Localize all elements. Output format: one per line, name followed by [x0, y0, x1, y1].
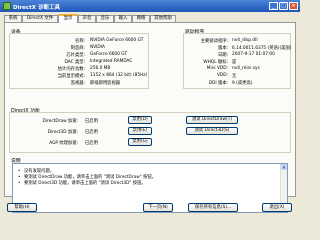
tab-sound[interactable]: 声音 — [78, 15, 96, 22]
manufacturer-label: 制造商: — [70, 46, 85, 51]
monitor-label: 监视器: — [70, 81, 85, 86]
display-mode-value: 1152 x 864 (32 bit) (85Hz) — [90, 73, 148, 78]
chip-type-label: 芯片类型: — [66, 53, 85, 58]
dac-type-label: DAC 类型: — [64, 60, 85, 65]
device-name-label: 名称: — [74, 39, 85, 44]
tab-more-help[interactable]: 其他帮助 — [150, 15, 176, 22]
tab-music[interactable]: 音乐 — [96, 15, 114, 22]
tab-system[interactable]: 系统 — [4, 15, 22, 22]
manufacturer-value: NVIDIA — [90, 45, 105, 50]
directx-app-icon — [3, 2, 11, 10]
version-label: 版本: — [217, 46, 228, 51]
display-mode-label: 当前显示模式: — [57, 74, 85, 79]
tab-input[interactable]: 输入 — [114, 15, 132, 22]
agp-accel-status: 已启用 — [85, 141, 98, 146]
tab-network[interactable]: 网络 — [132, 15, 150, 22]
maximize-button[interactable]: □ — [279, 2, 288, 10]
monitor-value: 即插即用监视器 — [90, 81, 121, 86]
memory-value: 256.0 MB — [90, 66, 111, 71]
disable-agp-button[interactable]: 禁用(G) — [128, 138, 152, 146]
ddi-version-value: 9 (或更高) — [232, 81, 253, 86]
window-title: DirectX 诊断工具 — [13, 5, 60, 11]
chip-type-value: GeForce 6600 GT — [90, 52, 128, 57]
date-value: 2007-9-17 01:07:00 — [232, 52, 275, 57]
ddi-version-label: DDI 版本: — [208, 81, 228, 86]
whql-label: WHQL 徽标: — [203, 60, 228, 65]
vdd-value: 无 — [232, 74, 237, 79]
date-label: 日期: — [217, 53, 228, 58]
disable-directdraw-button[interactable]: 禁用(D) — [128, 116, 152, 124]
minimize-button[interactable]: _ — [269, 2, 278, 10]
close-button[interactable]: × — [289, 2, 298, 10]
note-bullet: • — [18, 168, 21, 173]
direct3d-accel-status: 已启用 — [85, 130, 98, 135]
memory-label: 估计内存总数: — [57, 67, 85, 72]
mini-vdd-value: nv4_mini.sys — [232, 66, 260, 71]
title-bar[interactable]: DirectX 诊断工具 _ □ × — [0, 0, 300, 12]
note-bullet: • — [18, 174, 21, 179]
disable-direct3d-button[interactable]: 禁用(E) — [128, 127, 152, 135]
directdraw-accel-status: 已启用 — [85, 119, 98, 124]
tab-display[interactable]: 显示 — [58, 14, 78, 23]
vdd-label: VDD: — [216, 73, 228, 78]
main-driver-value: nv4_disp.dll — [232, 38, 258, 43]
note-line-3: 要测试 Direct3D 功能，请单击上面的 "测试 Direct3D" 按钮。 — [24, 181, 146, 186]
help-button[interactable]: 帮助(H) — [7, 203, 37, 212]
main-driver-label: 主要驱动程序: — [200, 39, 228, 44]
directdraw-accel-label: DirectDraw 加速: — [42, 119, 79, 124]
next-page-button[interactable]: 下一页(N) — [143, 203, 173, 212]
whql-value: 是 — [232, 60, 237, 65]
tab-directx-files[interactable]: DirectX 文件 — [22, 15, 58, 22]
save-all-info-button[interactable]: 保存所有信息(S)... — [188, 203, 238, 212]
test-direct3d-button[interactable]: 测试 Direct3D(S) — [186, 127, 238, 135]
test-directdraw-button[interactable]: 测试 DirectDraw(T) — [186, 116, 238, 124]
agp-accel-label: AGP 纹理加速: — [49, 141, 78, 146]
device-name-value: NVIDIA GeForce 6600 GT — [90, 38, 144, 43]
dac-type-value: Integrated RAMDAC — [90, 59, 133, 64]
direct3d-accel-label: Direct3D 加速: — [47, 130, 78, 135]
exit-button[interactable]: 退出(X) — [262, 203, 292, 212]
scroll-up-icon[interactable]: ▲ — [281, 164, 287, 170]
version-value: 6.14.0011.6375 (英语)(美国) — [232, 46, 292, 51]
display-tab-panel: 设备 名称: NVIDIA GeForce 6600 GT 制造商: NVIDI… — [4, 22, 296, 213]
note-bullet: • — [18, 180, 21, 185]
mini-vdd-label: Mini VDD: — [206, 66, 228, 71]
